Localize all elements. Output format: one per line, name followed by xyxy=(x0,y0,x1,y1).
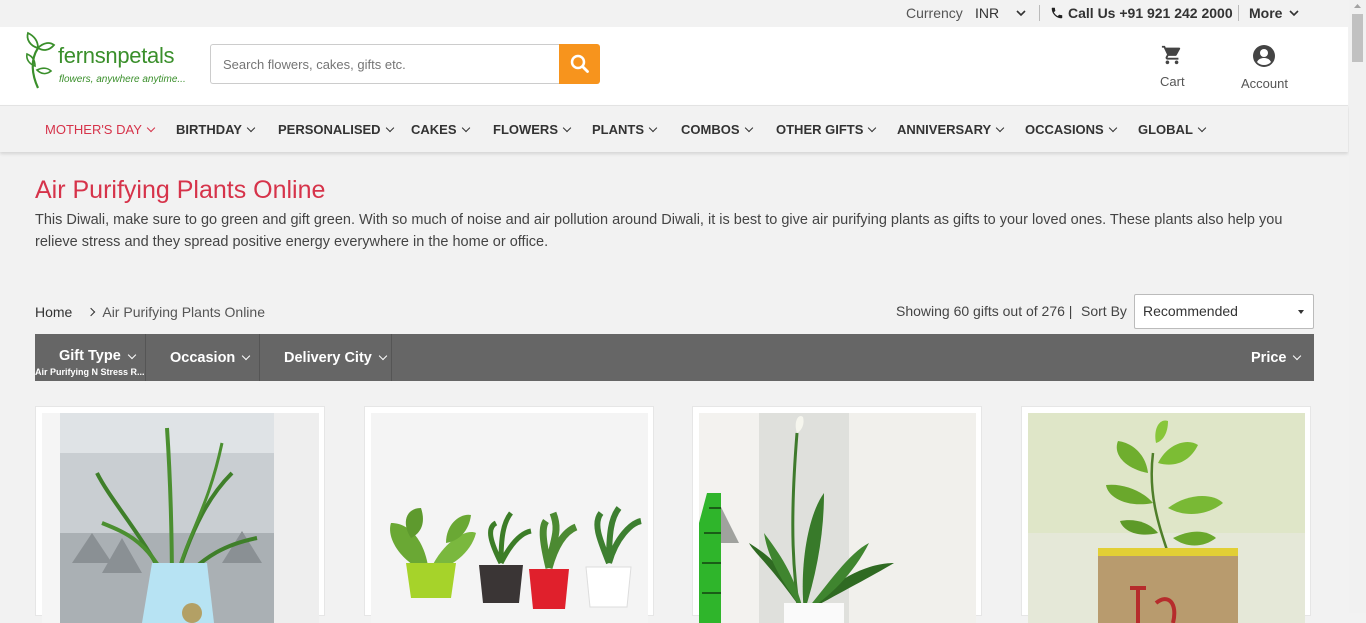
product-card[interactable] xyxy=(1021,406,1311,623)
site-logo[interactable]: fernsnpetals flowers, anywhere anytime..… xyxy=(24,30,194,92)
nav-item-combos[interactable]: COMBOS xyxy=(681,122,753,137)
filter-occasion[interactable]: Occasion xyxy=(146,334,260,381)
filter-bar: Gift Type Air Purifying N Stress R... Oc… xyxy=(35,334,1314,381)
nav-item-personalised[interactable]: PERSONALISED xyxy=(278,122,394,137)
chevron-down-icon xyxy=(378,351,388,361)
divider xyxy=(1238,5,1239,21)
search-icon xyxy=(570,54,589,73)
top-bar: Currency INR Call Us +91 921 242 2000 Mo… xyxy=(0,0,1348,27)
search-input[interactable] xyxy=(210,44,559,84)
filter-gift-type-label: Gift Type xyxy=(59,348,121,364)
breadcrumb: Home Air Purifying Plants Online xyxy=(35,304,265,320)
more-menu[interactable]: More xyxy=(1249,5,1300,21)
chevron-down-icon xyxy=(562,123,572,133)
filter-price[interactable]: Price xyxy=(1251,334,1314,381)
chevron-down-icon xyxy=(146,123,156,133)
scrollbar-thumb[interactable] xyxy=(1352,14,1363,62)
filter-gift-type-selected: Air Purifying N Stress R... xyxy=(35,367,145,377)
chevron-down-icon xyxy=(1108,123,1117,133)
product-card[interactable] xyxy=(364,406,654,623)
nav-item-occasions[interactable]: OCCASIONS xyxy=(1025,122,1117,137)
nav-item-label: BIRTHDAY xyxy=(176,122,242,137)
filter-price-label: Price xyxy=(1251,349,1287,366)
logo-leaf-icon xyxy=(26,31,56,89)
site-header: fernsnpetals flowers, anywhere anytime..… xyxy=(0,27,1348,105)
nav-item-flowers[interactable]: FLOWERS xyxy=(493,122,572,137)
page-description: This Diwali, make sure to go green and g… xyxy=(35,212,1283,250)
page-title: Air Purifying Plants Online xyxy=(35,176,326,204)
chevron-down-icon xyxy=(242,351,251,361)
call-us-label: Call Us +91 921 242 2000 xyxy=(1068,5,1233,21)
nav-item-anniversary[interactable]: ANNIVERSARY xyxy=(897,122,1005,137)
nav-item-mothers-day[interactable]: MOTHER'S DAY xyxy=(45,122,156,137)
account-icon xyxy=(1253,45,1276,67)
nav-item-plants[interactable]: PLANTS xyxy=(592,122,658,137)
nav-item-label: PERSONALISED xyxy=(278,122,381,137)
filter-delivery-city[interactable]: Delivery City xyxy=(260,334,392,381)
filter-occasion-label: Occasion xyxy=(170,349,236,366)
chevron-right-icon xyxy=(87,307,96,317)
product-image[interactable] xyxy=(1028,413,1305,623)
phone-icon xyxy=(1051,7,1063,19)
logo-tagline: flowers, anywhere anytime... xyxy=(59,74,186,85)
cart-button[interactable]: Cart xyxy=(1160,44,1185,89)
chevron-down-icon xyxy=(1289,10,1300,17)
chevron-down-icon xyxy=(385,123,394,133)
nav-item-birthday[interactable]: BIRTHDAY xyxy=(176,122,256,137)
nav-item-label: CAKES xyxy=(411,122,457,137)
nav-item-label: COMBOS xyxy=(681,122,740,137)
logo-text: fernsnpetals xyxy=(58,43,175,68)
divider xyxy=(1039,5,1040,21)
product-image[interactable] xyxy=(699,413,976,623)
nav-item-label: ANNIVERSARY xyxy=(897,122,992,137)
product-card[interactable] xyxy=(692,406,982,623)
breadcrumb-current: Air Purifying Plants Online xyxy=(102,304,265,320)
currency-select[interactable]: INR xyxy=(975,5,999,21)
vertical-scrollbar[interactable] xyxy=(1349,0,1366,613)
search-button[interactable] xyxy=(559,44,600,84)
product-card[interactable] xyxy=(35,406,325,623)
nav-item-other-gifts[interactable]: OTHER GIFTS xyxy=(776,122,877,137)
chevron-down-icon xyxy=(995,123,1005,133)
chevron-down-icon xyxy=(1197,123,1207,133)
chevron-down-icon xyxy=(461,123,470,133)
chevron-down-icon xyxy=(1293,351,1302,361)
filter-delivery-city-label: Delivery City xyxy=(284,349,372,366)
cart-icon xyxy=(1162,45,1181,65)
main-nav: MOTHER'S DAY BIRTHDAY PERSONALISED CAKES… xyxy=(0,105,1348,152)
nav-item-cakes[interactable]: CAKES xyxy=(411,122,470,137)
cart-label: Cart xyxy=(1160,74,1185,89)
more-label: More xyxy=(1249,5,1283,21)
scroll-up-icon[interactable] xyxy=(1349,0,1366,12)
nav-item-label: OTHER GIFTS xyxy=(776,122,864,137)
chevron-down-icon xyxy=(246,123,256,133)
chevron-down-icon xyxy=(868,123,877,133)
nav-item-label: GLOBAL xyxy=(1138,122,1193,137)
product-image[interactable] xyxy=(371,413,648,623)
nav-item-label: MOTHER'S DAY xyxy=(45,122,142,137)
account-label: Account xyxy=(1241,76,1288,91)
chevron-down-icon xyxy=(648,123,658,133)
filter-gift-type[interactable]: Gift Type Air Purifying N Stress R... xyxy=(35,334,146,381)
sort-label: Sort By xyxy=(1081,303,1127,319)
nav-item-global[interactable]: GLOBAL xyxy=(1138,122,1207,137)
product-image[interactable] xyxy=(42,413,319,623)
sort-select[interactable]: Recommended xyxy=(1134,294,1314,329)
results-count: Showing 60 gifts out of 276 | xyxy=(896,303,1073,319)
currency-label: Currency xyxy=(906,5,963,21)
nav-item-label: OCCASIONS xyxy=(1025,122,1104,137)
chevron-down-icon xyxy=(127,350,137,359)
nav-item-label: FLOWERS xyxy=(493,122,558,137)
chevron-down-icon xyxy=(744,123,753,133)
chevron-down-icon[interactable] xyxy=(1015,6,1027,22)
breadcrumb-home[interactable]: Home xyxy=(35,304,72,320)
sort-value: Recommended xyxy=(1143,303,1238,319)
nav-item-label: PLANTS xyxy=(592,122,644,137)
call-us-link[interactable]: Call Us +91 921 242 2000 xyxy=(1050,5,1233,21)
account-button[interactable]: Account xyxy=(1241,44,1288,91)
caret-down-icon xyxy=(1298,310,1304,314)
